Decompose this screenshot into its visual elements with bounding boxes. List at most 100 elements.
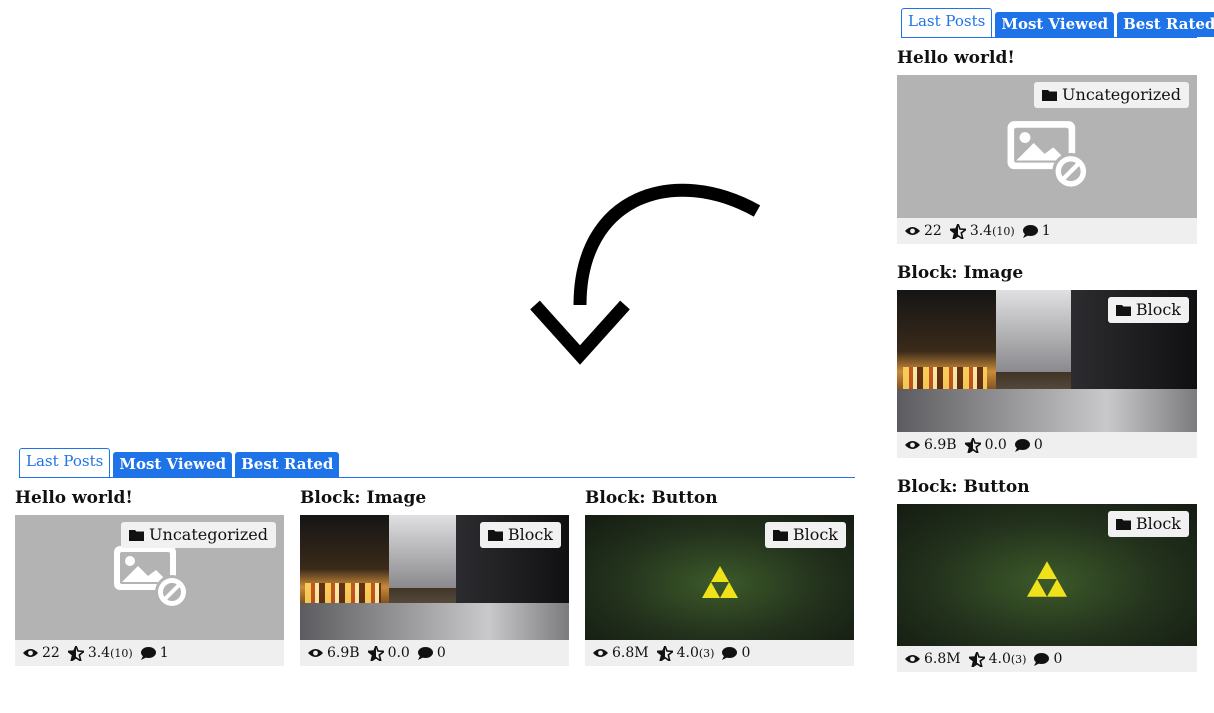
comment-icon (722, 646, 738, 660)
category-badge[interactable]: Block (764, 522, 846, 548)
tab-last-posts[interactable]: Last Posts (19, 448, 111, 477)
post-meta: 22 3.4 (10) 1 (897, 218, 1197, 244)
tab-bar-bottom: Last Posts Most Viewed Best Rated (19, 448, 855, 478)
comments-count: 1 (1041, 223, 1051, 239)
tab-last-posts[interactable]: Last Posts (901, 8, 993, 37)
star-half-icon (949, 223, 966, 239)
comment-icon (1014, 438, 1030, 452)
triforce-icon (701, 565, 738, 598)
photo-sky (996, 290, 1071, 373)
triforce-icon (1027, 561, 1067, 597)
comments-count: 0 (1053, 651, 1063, 667)
eye-icon (308, 649, 323, 657)
rating-value: 4.0 (676, 645, 699, 661)
star-half-icon (968, 651, 985, 667)
eye-icon (905, 227, 920, 235)
comments-count: 0 (741, 645, 751, 661)
photo-storefront-lights (305, 582, 381, 603)
image-placeholder-icon (113, 545, 189, 609)
photo-sky (388, 515, 457, 588)
views-count: 6.9B (924, 437, 957, 453)
photo-street (897, 389, 1197, 432)
post-thumbnail[interactable]: Block (585, 515, 854, 640)
post-card: Hello world! Uncategorized 22 3.4 (10) 1 (15, 487, 284, 666)
post-thumbnail[interactable]: Block (897, 504, 1197, 646)
folder-icon (772, 530, 788, 541)
sidebar-post-card: Block: Button Block 6.8M 4.0 (3) 0 (897, 476, 1197, 672)
post-title[interactable]: Block: Button (585, 487, 854, 509)
sidebar-post-card: Hello world! Uncategorized 22 3.4 (10) 1 (897, 47, 1197, 244)
comment-icon (1022, 224, 1038, 238)
post-title[interactable]: Block: Button (897, 476, 1197, 498)
post-card: Block: Button Block 6.8M 4.0 (3) 0 (585, 487, 854, 666)
star-half-icon (656, 645, 673, 661)
rating-count: (3) (1010, 652, 1027, 666)
eye-icon (593, 649, 608, 657)
folder-icon (129, 530, 145, 541)
comment-icon (140, 646, 156, 660)
post-title[interactable]: Hello world! (897, 47, 1197, 69)
curved-arrow-graphic (530, 183, 761, 365)
views-count: 22 (42, 645, 60, 661)
sidebar-post-card: Block: Image Block 6.9B 0.0 0 (897, 262, 1197, 458)
image-placeholder-icon (1007, 120, 1090, 190)
category-label: Block (1135, 514, 1181, 533)
views-count: 6.9B (327, 645, 360, 661)
rating-count: (3) (698, 646, 715, 660)
rating-value: 0.0 (387, 645, 410, 661)
comment-icon (1034, 652, 1050, 666)
folder-icon (1115, 305, 1131, 316)
tab-best-rated[interactable]: Best Rated (235, 452, 340, 477)
category-badge[interactable]: Block (1107, 297, 1189, 323)
post-thumbnail[interactable]: Uncategorized (897, 75, 1197, 218)
rating-value: 0.0 (984, 437, 1007, 453)
post-thumbnail[interactable]: Uncategorized (15, 515, 284, 640)
comments-count: 0 (436, 645, 446, 661)
comments-count: 1 (159, 645, 169, 661)
folder-icon (487, 530, 503, 541)
post-title[interactable]: Block: Image (897, 262, 1197, 284)
post-title[interactable]: Block: Image (300, 487, 569, 509)
post-meta: 6.9B 0.0 0 (897, 432, 1197, 458)
tab-best-rated[interactable]: Best Rated (1117, 12, 1214, 37)
folder-icon (1042, 90, 1058, 101)
category-label: Uncategorized (149, 525, 268, 544)
comment-icon (417, 646, 433, 660)
eye-icon (905, 441, 920, 449)
eye-icon (23, 649, 38, 657)
post-thumbnail[interactable]: Block (897, 290, 1197, 432)
rating-value: 3.4 (969, 223, 993, 239)
comments-count: 0 (1033, 437, 1043, 453)
tab-bar-sidebar: Last Posts Most Viewed Best Rated (901, 8, 1214, 38)
category-label: Block (792, 525, 838, 544)
views-count: 22 (924, 223, 942, 239)
photo-storefront-lights (903, 366, 987, 390)
post-meta: 6.9B 0.0 0 (300, 640, 569, 666)
views-count: 6.8M (612, 645, 649, 661)
rating-count: (10) (992, 224, 1015, 238)
rating-value: 4.0 (988, 651, 1011, 667)
tab-most-viewed[interactable]: Most Viewed (995, 12, 1115, 37)
folder-icon (1115, 519, 1131, 530)
category-badge[interactable]: Uncategorized (1034, 82, 1189, 108)
tab-most-viewed[interactable]: Most Viewed (113, 452, 233, 477)
eye-icon (905, 655, 920, 663)
star-half-icon (367, 645, 384, 661)
views-count: 6.8M (924, 651, 961, 667)
category-badge[interactable]: Block (1107, 511, 1189, 537)
star-half-icon (67, 645, 84, 661)
rating-count: (10) (110, 646, 133, 660)
post-meta: 6.8M 4.0 (3) 0 (585, 640, 854, 666)
category-label: Block (1135, 300, 1181, 319)
post-meta: 6.8M 4.0 (3) 0 (897, 646, 1197, 672)
category-label: Block (507, 525, 553, 544)
post-thumbnail[interactable]: Block (300, 515, 569, 640)
post-title[interactable]: Hello world! (15, 487, 284, 509)
category-label: Uncategorized (1062, 85, 1181, 104)
star-half-icon (964, 437, 981, 453)
category-badge[interactable]: Block (479, 522, 561, 548)
category-badge[interactable]: Uncategorized (121, 522, 276, 548)
rating-value: 3.4 (87, 645, 111, 661)
photo-street (300, 602, 569, 640)
post-meta: 22 3.4 (10) 1 (15, 640, 284, 666)
